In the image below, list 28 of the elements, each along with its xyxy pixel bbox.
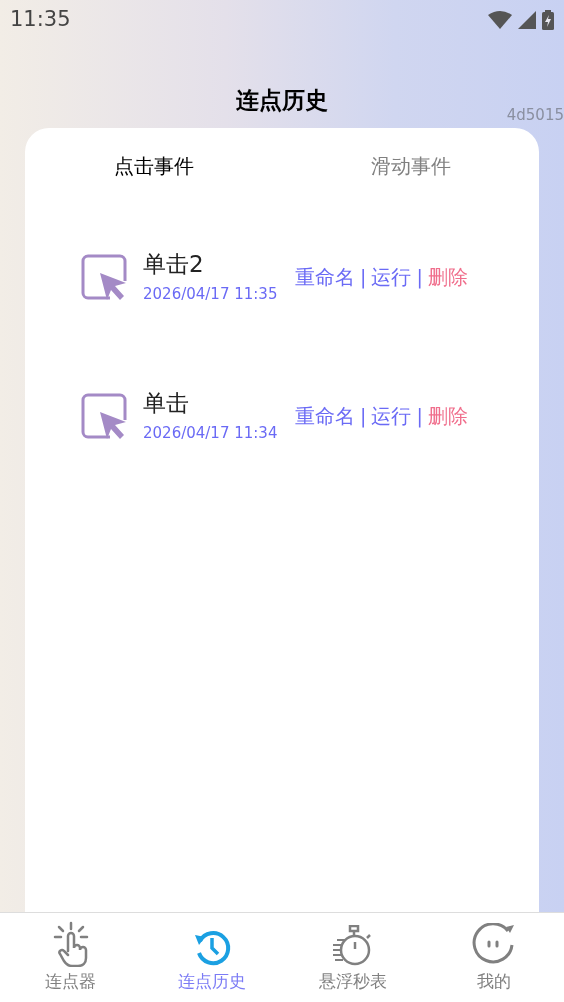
status-time: 11:35	[10, 6, 71, 34]
cursor-square-icon	[80, 392, 128, 440]
version-code: 4d5015	[506, 104, 564, 126]
record-time: 2026/04/17 11:35	[143, 284, 279, 305]
nav-tab[interactable]: 连点器	[0, 913, 141, 1002]
action-link[interactable]: 删除	[427, 262, 468, 292]
action-link[interactable]: 重命名	[295, 401, 355, 431]
cursor-square-icon	[80, 253, 128, 301]
action-link[interactable]: 运行	[371, 401, 412, 431]
page-title: 连点历史	[236, 85, 328, 115]
nav-tab[interactable]: 连点历史	[141, 913, 282, 1002]
nav-tab[interactable]: 我的	[423, 913, 564, 1002]
action-link[interactable]: 删除	[427, 401, 468, 431]
record-time: 2026/04/17 11:34	[143, 423, 279, 444]
nav-tab[interactable]: 悬浮秒表	[282, 913, 423, 1002]
separator: |	[416, 264, 423, 291]
signal-icon	[518, 11, 536, 29]
record-name: 单击	[143, 389, 190, 418]
wifi-icon	[488, 11, 512, 29]
record-name: 单击2	[143, 250, 205, 279]
tab[interactable]: 点击事件	[25, 128, 282, 204]
separator: |	[360, 403, 367, 430]
tab[interactable]: 滑动事件	[282, 128, 539, 204]
separator: |	[416, 403, 423, 430]
battery-icon	[542, 10, 554, 30]
separator: |	[360, 264, 367, 291]
action-link[interactable]: 运行	[371, 262, 412, 292]
action-link[interactable]: 重命名	[295, 262, 355, 292]
